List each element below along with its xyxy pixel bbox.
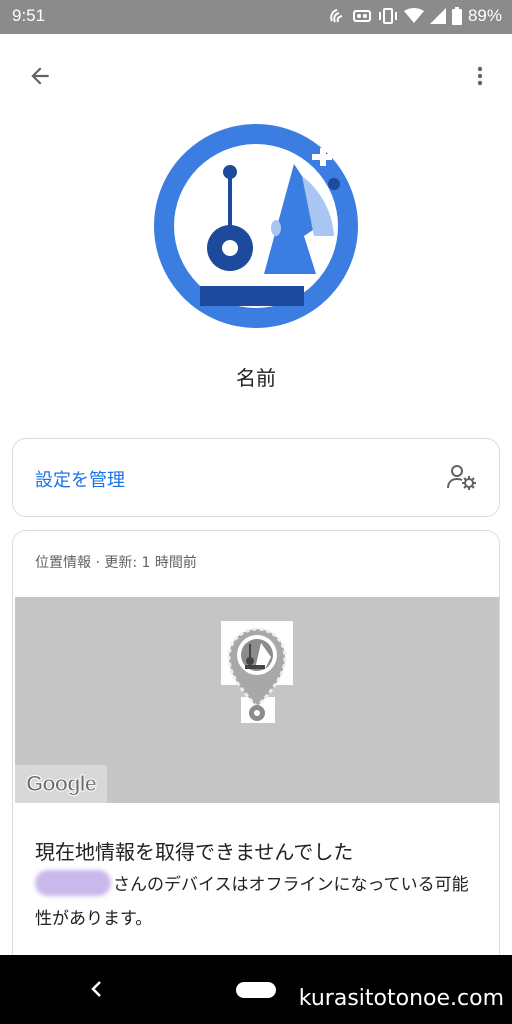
location-header: 位置情報 · 更新: 1 時間前: [35, 555, 197, 571]
device-avatar: [154, 124, 358, 328]
location-card: 位置情報 · 更新: 1 時間前 Google 現在地情報を取得できませんでした…: [12, 530, 500, 990]
nav-home-button[interactable]: [236, 982, 276, 998]
offline-title: 現在地情報を取得できませんでした: [35, 840, 354, 864]
status-time: 9:51: [12, 6, 46, 25]
device-illustration-icon: [154, 124, 358, 328]
vibrate-icon: [378, 8, 397, 24]
app-bar: [0, 34, 512, 114]
redacted-name: [35, 870, 111, 896]
arrow-left-icon: [31, 67, 49, 85]
more-vert-icon: [477, 66, 483, 86]
status-bar: 9:51 89%: [0, 0, 512, 34]
more-options-button[interactable]: [460, 56, 500, 96]
manage-settings-label: 設定を管理: [35, 470, 125, 491]
offline-message: さんのデバイスはオフラインになっている可能性があります。: [35, 868, 483, 936]
watermark: kurasitotonoe.com: [298, 986, 504, 1011]
nfc-icon: [330, 9, 343, 23]
wifi-icon: [403, 8, 424, 23]
map-view[interactable]: Google: [15, 597, 499, 803]
person-gear-icon: [447, 465, 476, 490]
manage-settings-card[interactable]: 設定を管理: [12, 438, 500, 517]
device-name: 名前: [236, 366, 276, 390]
system-nav-bar: kurasitotonoe.com: [0, 955, 512, 1024]
battery-icon: [451, 7, 462, 25]
nav-back-icon[interactable]: [88, 979, 106, 999]
device-location-pin-icon[interactable]: [221, 613, 293, 723]
voicemail-icon: [352, 10, 371, 22]
signal-icon: [429, 8, 446, 24]
google-map-logo: Google: [15, 765, 107, 803]
back-button[interactable]: [20, 56, 60, 96]
battery-percent: 89%: [467, 6, 502, 25]
status-icons: 89%: [328, 6, 502, 26]
google-logo-text: Google: [26, 771, 98, 797]
